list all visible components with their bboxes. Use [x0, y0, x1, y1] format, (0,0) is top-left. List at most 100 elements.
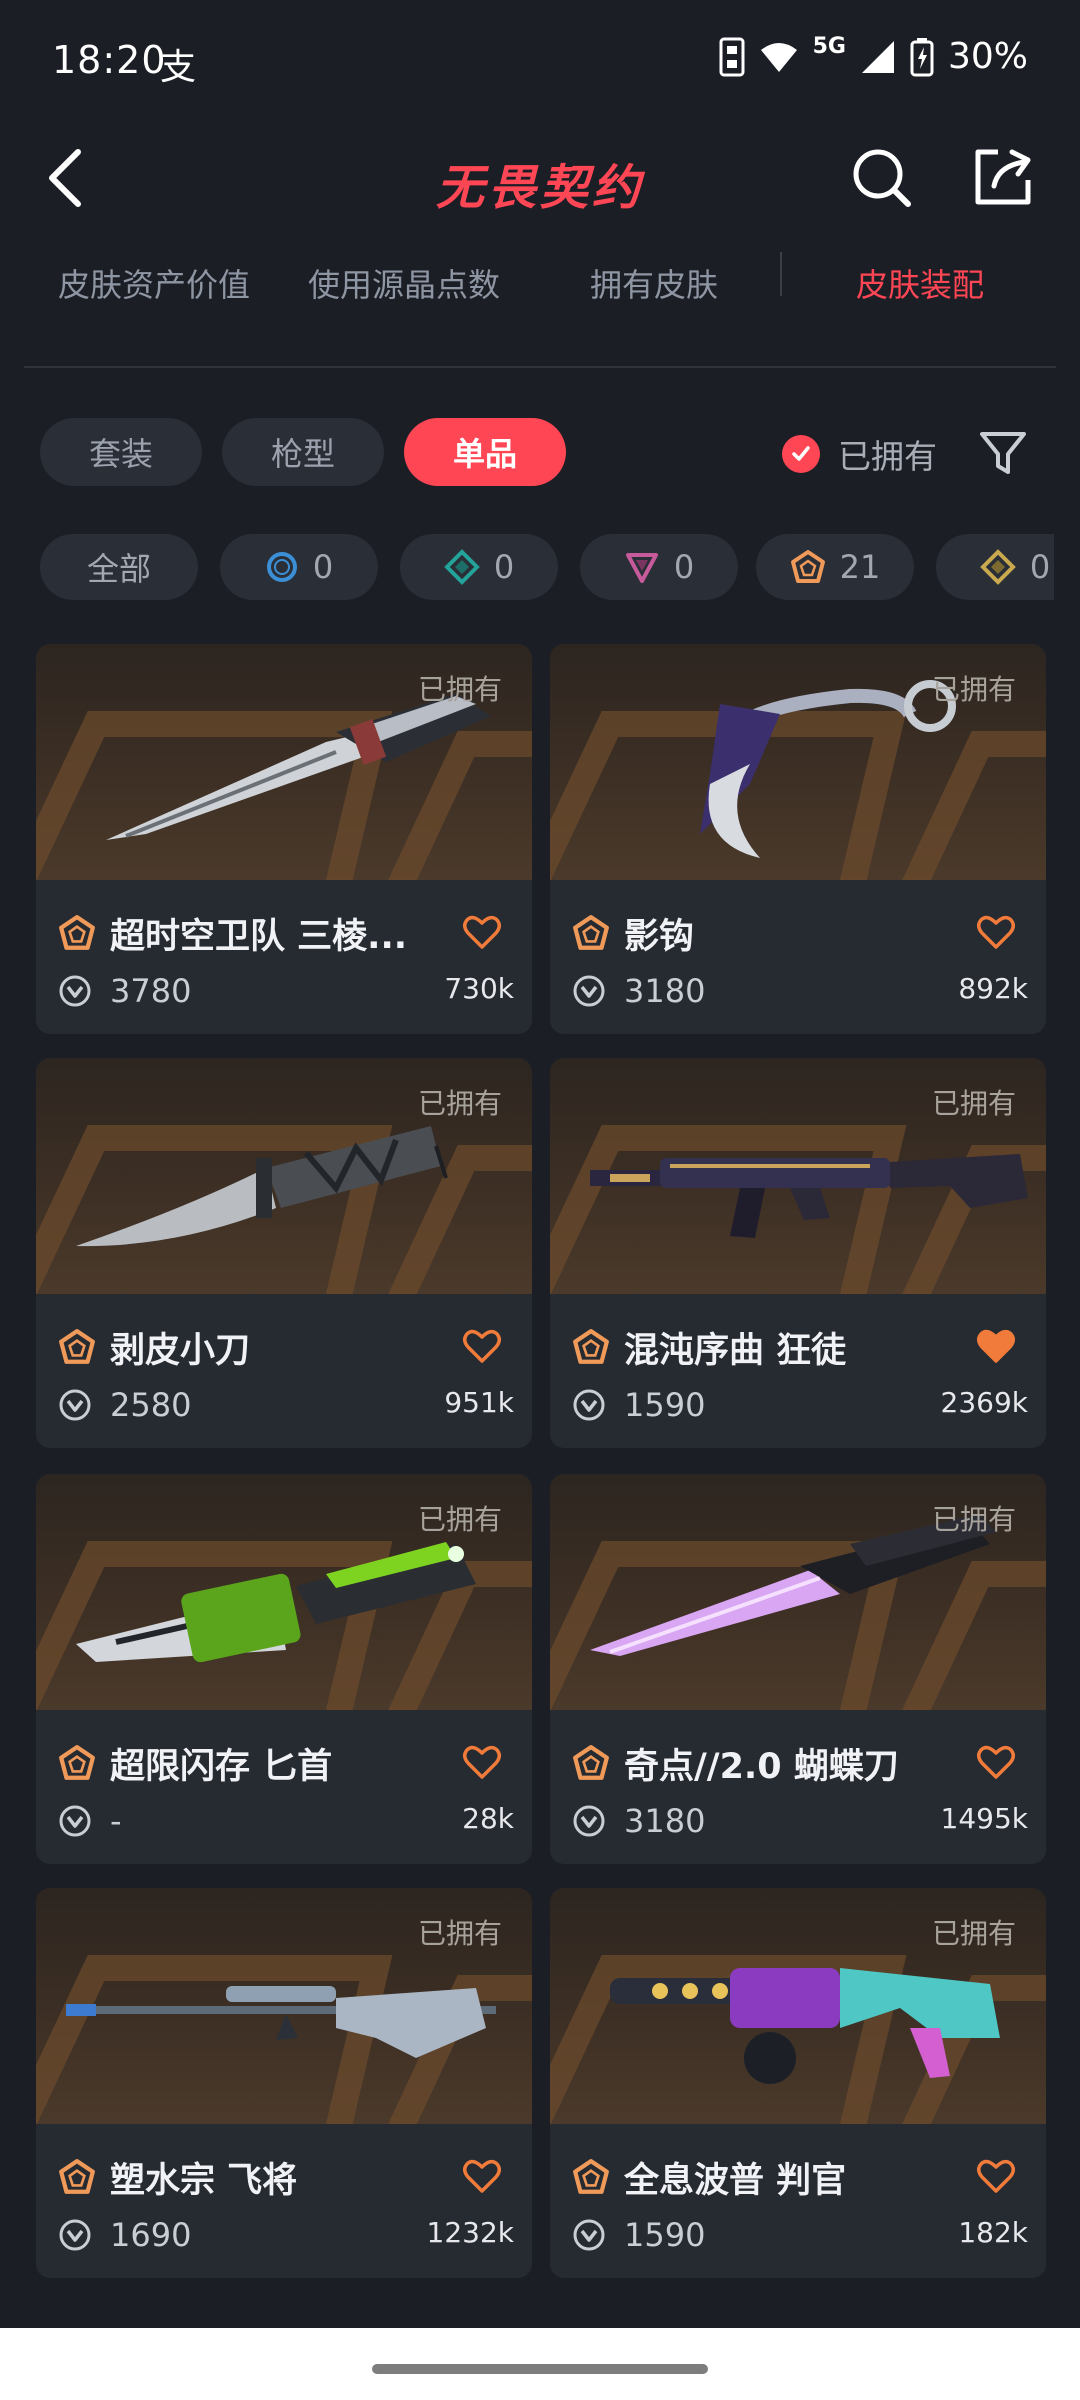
home-indicator[interactable]	[372, 2364, 708, 2374]
tier-select[interactable]: 0	[220, 534, 378, 600]
skin-name-row: 剥皮小刀	[58, 1324, 518, 1371]
vp-price: 3780	[110, 972, 192, 1010]
skin-image: 已拥有	[36, 1058, 532, 1294]
tier-exclusive-icon	[59, 1329, 95, 1364]
heart-icon[interactable]	[462, 1742, 502, 1782]
wifi-icon	[760, 42, 797, 72]
likes-count: 2369k	[940, 1386, 1028, 1419]
heart-icon[interactable]	[462, 1326, 502, 1366]
vp-price: 1590	[624, 2216, 706, 2254]
vp-currency-icon	[573, 975, 605, 1007]
filter-funnel-icon[interactable]	[978, 428, 1028, 478]
vp-price: 3180	[624, 972, 706, 1010]
vp-row: 1590	[572, 1386, 705, 1424]
skin-image: 已拥有	[550, 1058, 1046, 1294]
skin-name: 塑水宗 飞将	[110, 2160, 298, 2201]
vp-row: 3180	[572, 972, 705, 1010]
segment-bundle[interactable]: 套装	[40, 418, 202, 486]
tier-exclusive-count: 21	[839, 548, 881, 586]
vp-currency-icon	[573, 2219, 605, 2251]
vp-currency-icon	[59, 975, 91, 1007]
tier-exclusive-icon	[573, 915, 609, 950]
vp-currency-icon	[59, 1389, 91, 1421]
tier-exclusive-icon	[573, 1329, 609, 1364]
signal-icon	[861, 40, 894, 73]
app-title: 无畏契约	[435, 160, 644, 216]
heart-icon[interactable]	[462, 2156, 502, 2196]
vp-row: -	[58, 1802, 122, 1840]
skin-card[interactable]: 已拥有 影钩 3180 892k	[550, 644, 1046, 1034]
tier-ultra[interactable]: 0	[936, 534, 1054, 600]
skin-card[interactable]: 已拥有 超限闪存 匕首 - 28k	[36, 1474, 532, 1864]
tier-exclusive-icon	[573, 1745, 609, 1780]
owned-filter-toggle[interactable]: 已拥有	[782, 430, 937, 478]
skin-card[interactable]: 已拥有超时空卫队 三棱... 3780 730k	[36, 644, 532, 1034]
tab-divider	[780, 252, 782, 296]
vp-currency-icon	[59, 2219, 91, 2251]
app-header: 无畏契约	[0, 130, 1080, 230]
tier-exclusive-icon	[59, 915, 95, 950]
skin-name-row: 全息波普 判官	[572, 2154, 1032, 2201]
network-type: 5G	[812, 34, 846, 59]
heart-icon[interactable]	[976, 2156, 1016, 2196]
vp-currency-icon	[573, 1389, 605, 1421]
tab-owned-skins[interactable]: 拥有皮肤	[590, 260, 718, 306]
alipay-notification-icon: 支	[160, 47, 197, 88]
tab-skin-loadout[interactable]: 皮肤装配	[856, 260, 984, 306]
owned-badge: 已拥有	[931, 673, 1016, 706]
tab-vp-spent[interactable]: 使用源晶点数	[308, 260, 500, 306]
likes-count: 28k	[462, 1802, 514, 1835]
share-icon[interactable]	[972, 144, 1036, 208]
tab-skin-asset-value[interactable]: 皮肤资产价值	[58, 260, 250, 306]
battery-percent: 30%	[947, 36, 1028, 77]
vp-row: 3180	[572, 1802, 705, 1840]
skin-name: 超限闪存 匕首	[110, 1746, 333, 1787]
segment-single-item[interactable]: 单品	[404, 418, 566, 486]
skin-card[interactable]: 已拥有 奇点//2.0 蝴蝶刀 3180 1495k	[550, 1474, 1046, 1864]
tier-ultra-count: 0	[1029, 548, 1051, 586]
vp-price: -	[110, 1802, 122, 1840]
status-time: 18:20	[52, 38, 167, 82]
tier-premium-icon	[625, 553, 658, 583]
vp-price: 2580	[110, 1386, 192, 1424]
skin-card[interactable]: 已拥有 全息波普 判官 1590 182k	[550, 1888, 1046, 2278]
tier-exclusive-icon	[573, 2159, 609, 2194]
skin-image: 已拥有	[36, 1888, 532, 2124]
battery-icon	[910, 37, 934, 76]
tier-exclusive-icon	[59, 1745, 95, 1780]
skin-name: 超时空卫队 三棱...	[110, 916, 408, 957]
skin-image: 已拥有	[550, 1888, 1046, 2124]
tier-filter-row: 全部 0 0 0 21 0	[40, 534, 1054, 602]
filter-row: 套装 枪型 单品 已拥有	[40, 418, 1050, 488]
vp-row: 1590	[572, 2216, 705, 2254]
search-icon[interactable]	[850, 146, 914, 210]
likes-count: 730k	[444, 972, 514, 1005]
heart-icon[interactable]	[976, 1742, 1016, 1782]
tier-all[interactable]: 全部	[40, 534, 198, 600]
owned-badge: 已拥有	[417, 673, 502, 706]
skin-card[interactable]: 已拥有 剥皮小刀 2580 951k	[36, 1058, 532, 1448]
vp-row: 1690	[58, 2216, 191, 2254]
owned-badge: 已拥有	[417, 1917, 502, 1950]
segment-weapon-type[interactable]: 枪型	[222, 418, 384, 486]
skin-name: 影钩	[624, 916, 695, 957]
tier-exclusive-icon	[790, 550, 825, 583]
skin-name-row: 超限闪存 匕首	[58, 1740, 518, 1787]
top-tabs: 皮肤资产价值 使用源晶点数 拥有皮肤 皮肤装配	[24, 250, 1056, 316]
skin-card[interactable]: 已拥有 塑水宗 飞将 1690 1232k	[36, 1888, 532, 2278]
tier-deluxe[interactable]: 0	[400, 534, 558, 600]
skin-name-row: 影钩	[572, 910, 1032, 957]
vp-price: 1690	[110, 2216, 192, 2254]
heart-icon[interactable]	[976, 912, 1016, 952]
skin-card[interactable]: 已拥有 混沌序曲 狂徒 1590 2369k	[550, 1058, 1046, 1448]
tier-deluxe-count: 0	[493, 548, 515, 586]
heart-icon[interactable]	[976, 1326, 1016, 1366]
status-icons: 5G 30%	[719, 34, 1028, 77]
skin-name-row: 奇点//2.0 蝴蝶刀	[572, 1740, 1032, 1787]
vp-row: 3780	[58, 972, 191, 1010]
vp-price: 3180	[624, 1802, 706, 1840]
heart-icon[interactable]	[462, 912, 502, 952]
skin-image: 已拥有	[36, 644, 532, 880]
tier-exclusive[interactable]: 21	[756, 534, 914, 600]
tier-premium[interactable]: 0	[580, 534, 738, 600]
